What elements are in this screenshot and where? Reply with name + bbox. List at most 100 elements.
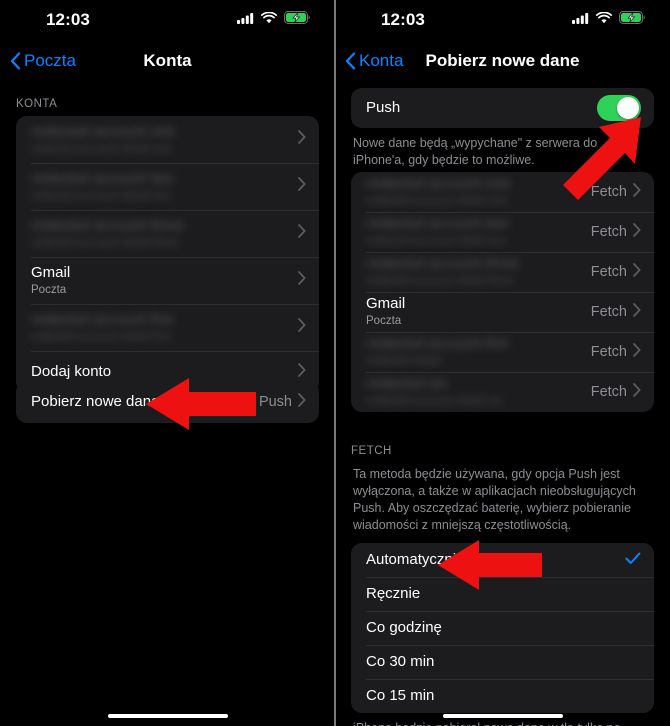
chevron-right-icon xyxy=(298,392,306,412)
home-indicator xyxy=(442,713,563,718)
chevron-right-icon xyxy=(298,130,306,149)
chevron-right-icon xyxy=(633,222,641,242)
wifi-icon xyxy=(260,11,278,29)
account-name: Gmail xyxy=(31,263,71,281)
account-name: redacted account one xyxy=(366,175,511,193)
account-fetch-value: Fetch xyxy=(590,304,627,320)
toggle-knob xyxy=(617,97,639,119)
battery-charging-icon xyxy=(619,11,646,29)
account-detail: redacted account detail three xyxy=(366,275,515,288)
fetch-option-co-30-min[interactable]: Co 30 min xyxy=(351,644,654,679)
account-name: redacted account two xyxy=(366,215,509,233)
chevron-right-icon xyxy=(633,182,641,202)
account-fetch-value: Fetch xyxy=(590,264,627,280)
fetch-options-card: Automatycznie Ręcznie Co godzinę Co 30 m… xyxy=(351,542,654,713)
push-card: Push xyxy=(351,88,654,128)
chevron-right-icon xyxy=(298,177,306,196)
left-phone-screen: 12:03 Poczta Konta KONTA redacted accoun… xyxy=(0,0,335,726)
push-label: Push xyxy=(366,99,401,116)
chevron-right-icon xyxy=(633,302,641,322)
status-bar-left: 12:03 xyxy=(0,0,335,40)
status-bar-right: 12:03 xyxy=(335,0,670,40)
fetch-option-automatycznie[interactable]: Automatycznie xyxy=(351,543,654,577)
account-name: redacted six xyxy=(366,375,447,393)
account-name: redacted account three xyxy=(31,216,185,234)
account-detail: redacted account detail three xyxy=(31,236,180,249)
wifi-icon xyxy=(595,11,613,29)
account-detail: redacted account detail one xyxy=(31,142,173,155)
right-phone-screen: 12:03 Konta Pobierz nowe dane Push Nowe … xyxy=(335,0,670,726)
fetch-option-co-15-min[interactable]: Co 15 min xyxy=(351,678,654,713)
accounts-fetch-section: redacted account one redacted account de… xyxy=(335,172,670,412)
fetch-section-description: Ta metoda będzie używana, gdy opcja Push… xyxy=(353,467,636,532)
account-name: redacted account five xyxy=(366,335,509,353)
chevron-right-icon xyxy=(298,224,306,243)
push-toggle[interactable] xyxy=(597,95,641,121)
signal-bars-icon xyxy=(572,11,589,29)
account-detail: Poczta xyxy=(366,315,402,328)
page-title: Konta xyxy=(143,51,192,70)
battery-charging-icon xyxy=(284,11,311,29)
signal-bars-icon xyxy=(237,11,254,29)
list-item[interactable]: redacted account two redacted account de… xyxy=(16,163,319,210)
option-label: Co 30 min xyxy=(366,652,435,670)
option-label: Ręcznie xyxy=(366,584,421,602)
checkmark-icon xyxy=(625,551,641,568)
page-title: Pobierz nowe dane xyxy=(425,51,580,70)
accounts-section-header: KONTA xyxy=(16,98,58,110)
fetch-option-recznie[interactable]: Ręcznie xyxy=(351,576,654,611)
list-item[interactable]: redacted six redacted account detail six… xyxy=(351,372,654,412)
list-item[interactable]: redacted account two redacted account de… xyxy=(351,212,654,252)
chevron-right-icon xyxy=(633,342,641,362)
chevron-right-icon xyxy=(633,382,641,402)
nav-bar-right: Konta Pobierz nowe dane xyxy=(335,40,670,82)
fetch-new-data-value: Push xyxy=(258,394,292,410)
list-item-gmail[interactable]: Gmail Poczta Fetch xyxy=(351,292,654,332)
fetch-option-co-godzine[interactable]: Co godzinę xyxy=(351,610,654,645)
account-name: redacted account one xyxy=(31,122,176,140)
account-detail: redacted account detail five xyxy=(31,330,172,343)
account-name: Gmail xyxy=(366,295,406,313)
option-label: Co godzinę xyxy=(366,618,442,636)
accounts-card: redacted account one redacted account de… xyxy=(16,116,319,393)
push-footer-text: Nowe dane będą „wypychane" z serwera do … xyxy=(353,136,598,167)
screenshot-stage: 12:03 Poczta Konta KONTA redacted accoun… xyxy=(0,0,670,726)
account-fetch-value: Fetch xyxy=(590,344,627,360)
home-indicator xyxy=(107,713,228,718)
fetch-section: FETCH Ta metoda będzie używana, gdy opcj… xyxy=(335,445,670,726)
chevron-right-icon xyxy=(298,318,306,337)
push-section: Push Nowe dane będą „wypychane" z serwer… xyxy=(335,88,670,169)
fetch-settings-card: Pobierz nowe dane Push xyxy=(16,381,319,423)
option-label: Co 15 min xyxy=(366,686,435,704)
accounts-section: KONTA redacted account one redacted acco… xyxy=(0,98,335,393)
account-detail: redacted account detail one xyxy=(366,195,508,208)
chevron-right-icon xyxy=(633,262,641,282)
fetch-new-data-row[interactable]: Pobierz nowe dane Push xyxy=(16,381,319,423)
account-detail: redacted account detail six xyxy=(366,395,503,408)
account-name: redacted account three xyxy=(366,255,520,273)
panel-divider xyxy=(334,0,336,726)
chevron-right-icon xyxy=(298,362,306,382)
account-detail: redacted account detail two xyxy=(31,189,172,202)
list-item-gmail[interactable]: Gmail Poczta xyxy=(16,257,319,304)
account-name: redacted account two xyxy=(31,169,174,187)
account-fetch-value: Fetch xyxy=(590,224,627,240)
push-row[interactable]: Push xyxy=(351,88,654,128)
account-name: redacted account five xyxy=(31,310,174,328)
list-item[interactable]: redacted account three redacted account … xyxy=(16,210,319,257)
account-detail: Poczta xyxy=(31,283,67,296)
list-item[interactable]: redacted account one redacted account de… xyxy=(16,116,319,163)
chevron-right-icon xyxy=(298,271,306,290)
account-detail: redacted account detail two xyxy=(366,235,507,248)
status-bar-time: 12:03 xyxy=(46,10,90,29)
add-account-label: Dodaj konto xyxy=(31,363,112,380)
fetch-section-header: FETCH xyxy=(351,445,392,457)
account-fetch-value: Fetch xyxy=(590,384,627,400)
option-label: Automatycznie xyxy=(366,550,465,568)
list-item[interactable]: redacted account three redacted account … xyxy=(351,252,654,292)
list-item[interactable]: redacted account five redacted detail Fe… xyxy=(351,332,654,372)
fetch-settings-section: Pobierz nowe dane Push xyxy=(0,381,335,423)
nav-bar-left: Poczta Konta xyxy=(0,40,335,82)
list-item[interactable]: redacted account one redacted account de… xyxy=(351,172,654,212)
list-item[interactable]: redacted account five redacted account d… xyxy=(16,304,319,351)
